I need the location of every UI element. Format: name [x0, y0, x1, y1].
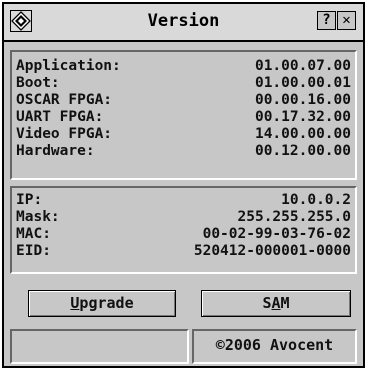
network-row-ip: IP: 10.0.0.2 [16, 192, 351, 209]
version-row-uart-fpga: UART FPGA: 00.17.32.00 [16, 109, 351, 126]
version-value: 00.12.00.00 [254, 143, 351, 159]
network-row-mac: MAC: 00-02-99-03-76-02 [16, 226, 351, 243]
version-value: 00.00.16.00 [254, 92, 351, 108]
network-label: IP: [16, 192, 43, 208]
version-value: 00.17.32.00 [254, 109, 351, 125]
network-value: 255.255.255.0 [237, 209, 352, 225]
version-row-hardware: Hardware: 00.12.00.00 [16, 143, 351, 160]
version-value: 01.00.00.01 [254, 75, 351, 91]
version-value: 01.00.07.00 [254, 58, 351, 74]
network-value: 520412-000001-0000 [193, 243, 351, 259]
copyright-notice: ©2006 Avocent [192, 329, 357, 364]
title-bar[interactable]: Version ? ✕ [4, 4, 363, 42]
help-button[interactable]: ? [317, 11, 336, 30]
sam-button[interactable]: SAM [201, 290, 351, 317]
dialog-title: Version [147, 11, 220, 31]
network-info-panel: IP: 10.0.0.2 Mask: 255.255.255.0 MAC: 00… [10, 186, 357, 274]
sam-label-post: M [280, 294, 290, 312]
sam-hotkey: A [271, 294, 281, 312]
network-row-mask: Mask: 255.255.255.0 [16, 209, 351, 226]
network-value: 00-02-99-03-76-02 [202, 226, 351, 242]
version-label: Application: [16, 58, 121, 74]
status-bar-left [10, 329, 189, 364]
version-row-boot: Boot: 01.00.00.01 [16, 75, 351, 92]
upgrade-button[interactable]: Upgrade [28, 290, 176, 317]
close-button[interactable]: ✕ [337, 11, 356, 30]
network-row-eid: EID: 520412-000001-0000 [16, 243, 351, 260]
network-label: Mask: [16, 209, 60, 225]
version-label: Boot: [16, 75, 60, 91]
version-label: Video FPGA: [16, 126, 113, 142]
version-value: 14.00.00.00 [254, 126, 351, 142]
version-dialog: Version ? ✕ Application: 01.00.07.00 Boo… [2, 2, 365, 368]
version-row-video-fpga: Video FPGA: 14.00.00.00 [16, 126, 351, 143]
version-row-oscar-fpga: OSCAR FPGA: 00.00.16.00 [16, 92, 351, 109]
version-label: OSCAR FPGA: [16, 92, 113, 108]
network-label: EID: [16, 243, 51, 259]
network-label: MAC: [16, 226, 51, 242]
upgrade-label-rest: pgrade [79, 294, 134, 312]
version-label: Hardware: [16, 143, 95, 159]
version-row-application: Application: 01.00.07.00 [16, 58, 351, 75]
version-info-panel: Application: 01.00.07.00 Boot: 01.00.00.… [10, 50, 357, 180]
network-value: 10.0.0.2 [281, 192, 351, 208]
version-label: UART FPGA: [16, 109, 104, 125]
